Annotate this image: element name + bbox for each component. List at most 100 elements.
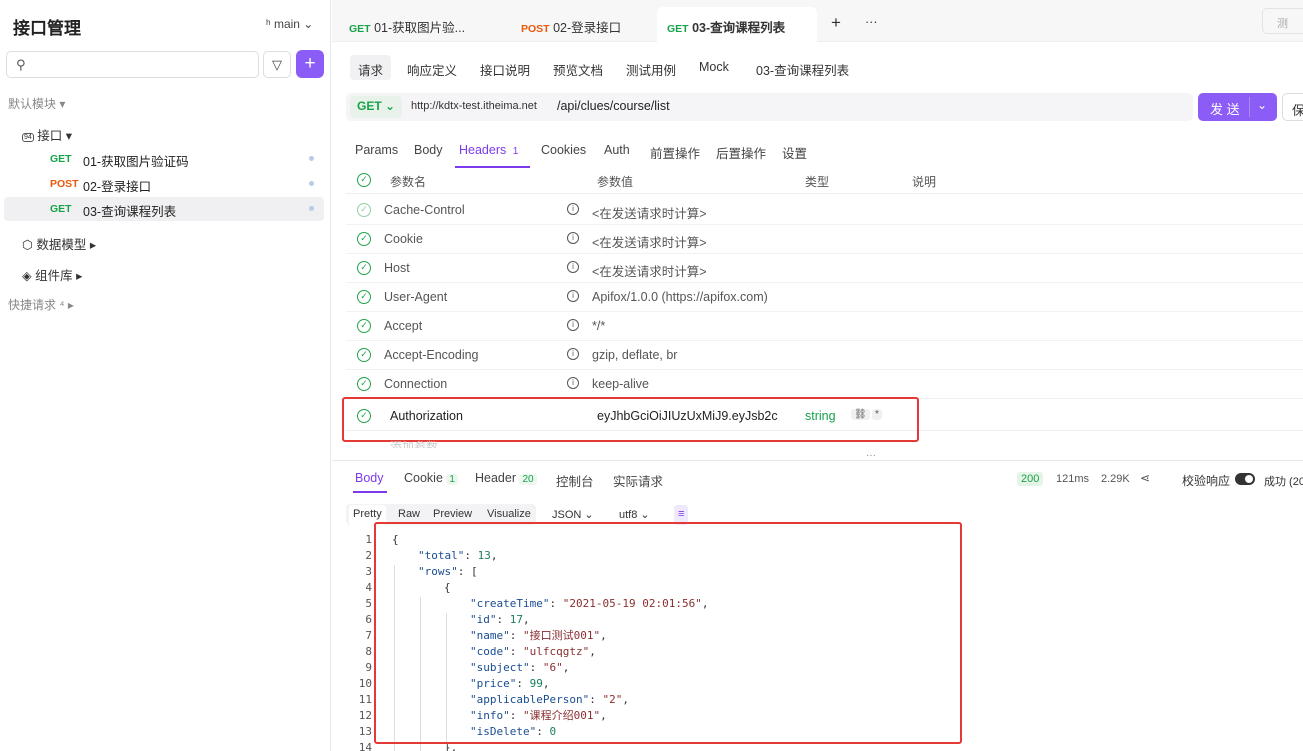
add-button[interactable]: + xyxy=(296,50,324,78)
row-checkbox[interactable]: ✓ xyxy=(357,319,371,333)
header-key: User-Agent xyxy=(384,290,448,304)
tab-test-cases[interactable]: 测试用例 xyxy=(618,55,684,80)
info-icon[interactable]: i xyxy=(567,290,579,302)
validation-result: 成功 (20 xyxy=(1264,476,1303,488)
data-models[interactable]: ⬡ 数据模型 ▸ xyxy=(22,234,96,253)
branch-icon: ʰ xyxy=(266,17,271,31)
tab-more-button[interactable]: ··· xyxy=(865,10,878,40)
table-row: ✓ User-Agent i Apifox/1.0.0 (https://apifox… xyxy=(346,283,1303,312)
chevron-down-icon[interactable]: ⌄ xyxy=(1257,98,1267,112)
info-icon[interactable]: i xyxy=(567,203,579,215)
sidebar-title: 接口管理 xyxy=(13,19,81,38)
method-badge: GET xyxy=(50,203,72,215)
tab-response-definition[interactable]: 响应定义 xyxy=(399,55,465,80)
row-checkbox[interactable]: ✓ xyxy=(357,232,371,246)
default-module[interactable]: 默认模块 ▾ xyxy=(8,95,65,112)
send-divider xyxy=(1249,97,1250,117)
tab-body[interactable]: Body xyxy=(414,143,443,157)
response-tab-actual-request[interactable]: 实际请求 xyxy=(613,471,663,490)
header-value: Apifox/1.0.0 (https://apifox.com) xyxy=(592,290,768,304)
filter-button[interactable]: ▽ xyxy=(263,51,291,78)
api-group-label: 接口 ▾ xyxy=(37,129,73,143)
tab-post-processors[interactable]: 后置操作 xyxy=(716,143,766,162)
row-checkbox[interactable]: ✓ xyxy=(357,290,371,304)
method-badge: POST xyxy=(521,23,550,35)
base-url[interactable]: http://kdtx-test.itheima.net xyxy=(411,100,537,112)
table-row: ✓ Connection i keep-alive xyxy=(346,370,1303,399)
info-icon[interactable]: i xyxy=(567,348,579,360)
tab-get-captcha[interactable]: GET 01-获取图片验... xyxy=(349,10,465,40)
line-number: 5 xyxy=(365,597,372,610)
sidebar-item-login[interactable]: POST 02-登录接口 xyxy=(4,172,324,196)
status-code-badge: 200 xyxy=(1017,472,1044,486)
search-input[interactable]: ⚲ xyxy=(6,51,259,78)
tab-cookies[interactable]: Cookies xyxy=(541,143,586,157)
header-key: Host xyxy=(384,261,410,275)
tab-course-list[interactable]: GET 03-查询课程列表 xyxy=(667,10,785,40)
sidebar: 接口管理 ʰ main ⌄ ⚲ ▽ + 默认模块 ▾ 94 接口 ▾ GET 0… xyxy=(0,0,331,751)
env-selector[interactable]: 测 xyxy=(1262,8,1303,34)
save-button[interactable]: 保 xyxy=(1282,93,1303,121)
sidebar-item-label: 02-登录接口 xyxy=(83,180,152,194)
method-badge: GET xyxy=(349,23,371,35)
validate-toggle[interactable] xyxy=(1235,473,1255,485)
row-checkbox[interactable]: ✓ xyxy=(357,377,371,391)
status-dot xyxy=(309,181,314,186)
tab-pre-processors[interactable]: 前置操作 xyxy=(650,143,700,162)
quick-requests[interactable]: 快捷请求 ⁴ ▸ xyxy=(8,296,74,313)
components[interactable]: ◈ 组件库 ▸ xyxy=(22,265,82,284)
info-icon[interactable]: i xyxy=(567,377,579,389)
status-dot xyxy=(309,156,314,161)
new-tab-button[interactable]: + xyxy=(831,10,841,40)
validate-label: 校验响应 xyxy=(1182,474,1231,488)
sidebar-item-get-captcha[interactable]: GET 01-获取图片验证码 xyxy=(4,147,324,171)
info-icon[interactable]: i xyxy=(567,319,579,331)
method-select[interactable]: GET ⌄ xyxy=(350,96,402,118)
response-tab-body[interactable]: Body xyxy=(355,471,384,485)
row-checkbox[interactable]: ✓ xyxy=(357,348,371,362)
method-badge: GET xyxy=(50,153,72,165)
send-button[interactable]: 发 送 ⌄ xyxy=(1198,93,1277,121)
highlight-box-body xyxy=(374,522,962,744)
tab-api-description[interactable]: 接口说明 xyxy=(472,55,538,80)
layers-icon: ◈ xyxy=(22,269,32,283)
info-icon[interactable]: i xyxy=(567,232,579,244)
split-divider[interactable] xyxy=(332,460,1303,461)
tab-request[interactable]: 请求 xyxy=(350,55,392,80)
line-number: 3 xyxy=(365,565,372,578)
response-tab-console[interactable]: 控制台 xyxy=(556,471,594,490)
tab-login[interactable]: POST 02-登录接口 xyxy=(521,10,621,40)
line-number: 13 xyxy=(358,725,372,738)
column-type: 类型 xyxy=(805,175,830,189)
apifox-window: 接口管理 ʰ main ⌄ ⚲ ▽ + 默认模块 ▾ 94 接口 ▾ GET 0… xyxy=(0,0,1303,751)
tab-headers[interactable]: Headers 1 xyxy=(459,143,518,157)
sidebar-item-label: 03-查询课程列表 xyxy=(83,205,177,219)
header-key: Accept xyxy=(384,319,423,333)
tab-label: 03-查询课程列表 xyxy=(692,21,786,35)
response-tab-header[interactable]: Header 20 xyxy=(475,471,537,485)
row-checkbox[interactable]: ✓ xyxy=(357,261,371,275)
headers-table-head: ✓ 参数名 参数值 类型 说明 xyxy=(346,168,1303,194)
select-all-checkbox[interactable]: ✓ xyxy=(357,173,371,187)
info-icon[interactable]: i xyxy=(567,261,579,273)
share-icon[interactable]: ⋖ xyxy=(1140,471,1150,485)
tab-params[interactable]: Params xyxy=(355,143,398,157)
sidebar-item-course-list[interactable]: GET 03-查询课程列表 xyxy=(4,197,324,221)
plus-icon: + xyxy=(304,53,316,74)
tab-preview-doc[interactable]: 预览文档 xyxy=(545,55,611,80)
header-value: <在发送请求时计算> xyxy=(592,207,707,221)
api-name-field[interactable]: 03-查询课程列表 xyxy=(748,55,857,80)
tab-label: 02-登录接口 xyxy=(553,21,622,35)
tab-settings[interactable]: 设置 xyxy=(782,143,807,162)
line-number: 9 xyxy=(365,661,372,674)
response-tab-cookie[interactable]: Cookie 1 xyxy=(404,471,458,485)
api-group[interactable]: 94 接口 ▾ xyxy=(22,125,72,144)
branch-selector[interactable]: ʰ main ⌄ xyxy=(266,17,313,31)
tab-mock[interactable]: Mock xyxy=(691,55,737,80)
add-param-placeholder[interactable]: 添加参数 xyxy=(390,438,438,448)
line-number: 6 xyxy=(365,613,372,626)
url-path-input[interactable]: /api/clues/course/list xyxy=(557,99,670,113)
tab-auth[interactable]: Auth xyxy=(604,143,630,157)
row-checkbox[interactable]: ✓ xyxy=(357,203,371,217)
branch-label: main ⌄ xyxy=(273,17,314,31)
